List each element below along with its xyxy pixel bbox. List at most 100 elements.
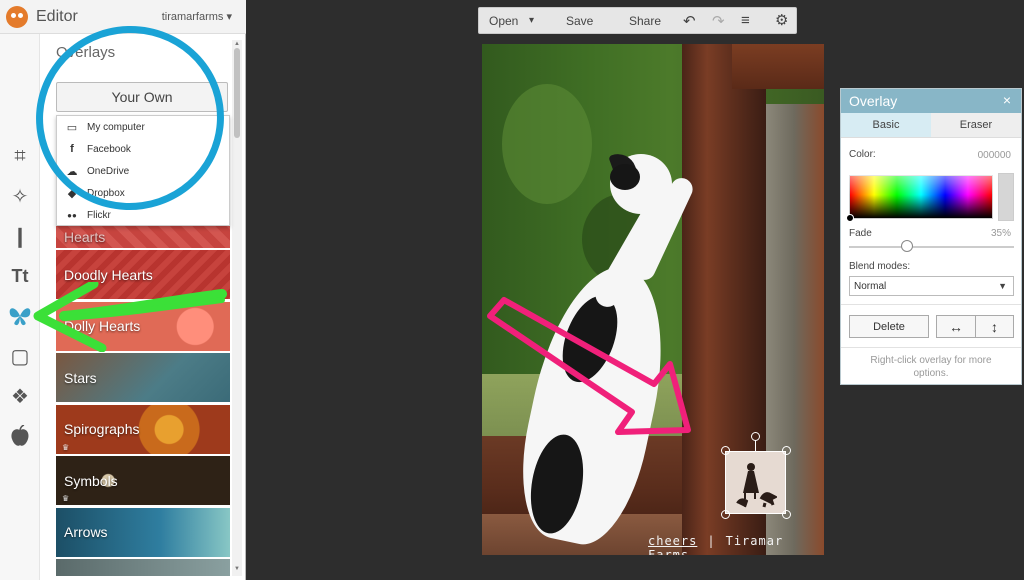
category-arrows[interactable]: Arrows [56,507,230,557]
tool-rail: ⌗ ✧ ❙ Tt ▢ ❖ [0,34,40,580]
dropdown-item-label: Facebook [87,143,131,155]
blend-mode-select[interactable]: Normal ▼ [849,276,1014,296]
butterfly-icon[interactable] [6,302,34,330]
overlay-panel-title: Overlay [849,93,898,109]
overlay-settings-panel: Overlay × Basic Eraser Color: 000000 Fad… [840,88,1022,385]
category-hearts[interactable]: Hearts [56,226,230,248]
color-lightness-strip[interactable] [998,173,1014,221]
redo-icon[interactable]: ↷ [712,12,725,30]
overlay-category-list: Hearts Doodly Hearts Dolly Hearts Stars … [56,226,230,576]
layers-icon[interactable]: ≡ [741,12,750,29]
fade-slider-knob[interactable] [900,240,913,252]
seasonal-icon[interactable] [6,422,34,450]
upload-source-dropdown: ▭ My computer f Facebook ☁ OneDrive ◆ Dropbo… [56,115,230,226]
farm-silhouette-overlay [736,463,777,508]
color-picker-cursor[interactable] [846,214,854,222]
main-toolbar: Open ▾ Save Share ↶ ↷ ≡ ⚙ [478,7,797,34]
category-label: Symbols [64,472,118,489]
scroll-down-icon[interactable]: ▼ [233,566,241,574]
your-own-button[interactable]: Your Own [56,82,228,112]
tab-eraser[interactable]: Eraser [931,113,1021,137]
dropdown-item-my-computer[interactable]: ▭ My computer [57,116,229,138]
cloud-icon: ☁ [66,165,78,178]
user-menu[interactable]: tiramarfarms ▾ [162,10,232,23]
overlay-tabs: Basic Eraser [841,113,1021,138]
overlay-panel-header[interactable]: Overlay [841,89,1021,113]
color-hex-value[interactable]: 000000 [978,150,1011,161]
rotate-handle-line [755,440,756,451]
left-panel: Editor tiramarfarms ▾ ⌗ ✧ ❙ Tt ▢ ❖ Overl… [0,0,246,580]
category-spirographs[interactable]: Spirographs ♛ [56,404,230,454]
flip-horizontal-icon[interactable]: ↔ [936,315,976,338]
category-more[interactable] [56,559,230,576]
category-label: Doodly Hearts [64,266,153,283]
dropdown-item-label: Dropbox [87,187,125,199]
dropdown-item-label: My computer [87,121,145,133]
facebook-icon: f [70,143,74,155]
fade-value: 35% [990,228,1011,239]
texture-icon[interactable]: ❖ [6,382,34,410]
category-label: Dolly Hearts [64,318,141,334]
photo-canvas[interactable]: cheers | Tiramar Farms [482,44,824,555]
category-label: Arrows [64,524,108,540]
text-icon[interactable]: Tt [6,262,34,290]
blend-modes-label: Blend modes: [849,261,911,272]
category-dolly-hearts[interactable]: Dolly Hearts [56,301,230,351]
crown-icon: ♛ [62,494,70,503]
settings-icon[interactable]: ⚙ [775,11,788,29]
category-label: Stars [64,369,97,386]
dropdown-item-dropbox[interactable]: ◆ Dropbox [57,182,229,204]
blend-mode-value: Normal [854,280,887,292]
close-icon[interactable]: × [1003,92,1011,108]
chevron-down-icon: ▼ [998,281,1007,291]
category-doodly-hearts[interactable]: Doodly Hearts [56,250,230,299]
dropdown-item-label: Flickr [87,209,111,221]
magic-wand-icon[interactable]: ✧ [6,182,34,210]
divider [841,304,1021,305]
divider [841,347,1021,348]
scroll-up-icon[interactable]: ▲ [233,41,241,49]
dropdown-item-onedrive[interactable]: ☁ OneDrive [57,160,229,182]
flip-vertical-icon[interactable]: ↕ [975,315,1014,338]
frame-icon[interactable]: ▢ [6,342,34,370]
dropdown-item-flickr[interactable]: ●● Flickr [57,204,229,226]
delete-button[interactable]: Delete [849,315,929,338]
resize-handle-bottom-right[interactable] [782,510,791,519]
category-stars[interactable]: Stars [56,353,230,402]
photo-watermark: cheers | Tiramar Farms [648,534,824,555]
resize-handle-bottom-left[interactable] [721,510,730,519]
panel-scrollbar-thumb[interactable] [234,48,240,138]
color-spectrum-highlight [849,175,993,195]
category-symbols[interactable]: Symbols ♛ [56,456,230,505]
share-button[interactable]: Share [629,14,661,28]
undo-icon[interactable]: ↶ [683,12,696,30]
top-bar: Editor tiramarfarms ▾ [0,0,246,34]
fade-slider-track[interactable] [849,246,1014,248]
cat-patch [610,164,640,190]
color-label: Color: [849,149,876,160]
app-title: Editor [36,8,78,25]
fade-label: Fade [849,228,872,239]
tab-basic[interactable]: Basic [841,113,931,137]
logo-icon[interactable] [6,6,28,28]
crop-icon[interactable]: ⌗ [6,142,34,170]
resize-handle-top-left[interactable] [721,446,730,455]
category-label: Spirographs [64,421,140,437]
watermark-left: cheers [648,534,698,548]
open-dropdown-arrow-icon[interactable]: ▾ [529,15,534,26]
category-label: Hearts [64,229,106,245]
open-button[interactable]: Open [489,14,518,28]
panel-title: Overlays [56,44,116,61]
touch-up-icon[interactable]: ❙ [6,222,34,250]
rusty-beam [732,44,824,89]
watermark-separator: | [707,534,716,548]
dropdown-item-label: OneDrive [87,165,130,177]
flickr-icon: ●● [67,210,77,220]
laptop-icon: ▭ [66,121,78,134]
background-foliage [502,84,592,204]
overlay-hint-text: Right-click overlay for more options. [870,355,992,379]
save-button[interactable]: Save [566,14,593,28]
rotate-handle[interactable] [751,432,760,441]
dropdown-item-facebook[interactable]: f Facebook [57,138,229,160]
resize-handle-top-right[interactable] [782,446,791,455]
